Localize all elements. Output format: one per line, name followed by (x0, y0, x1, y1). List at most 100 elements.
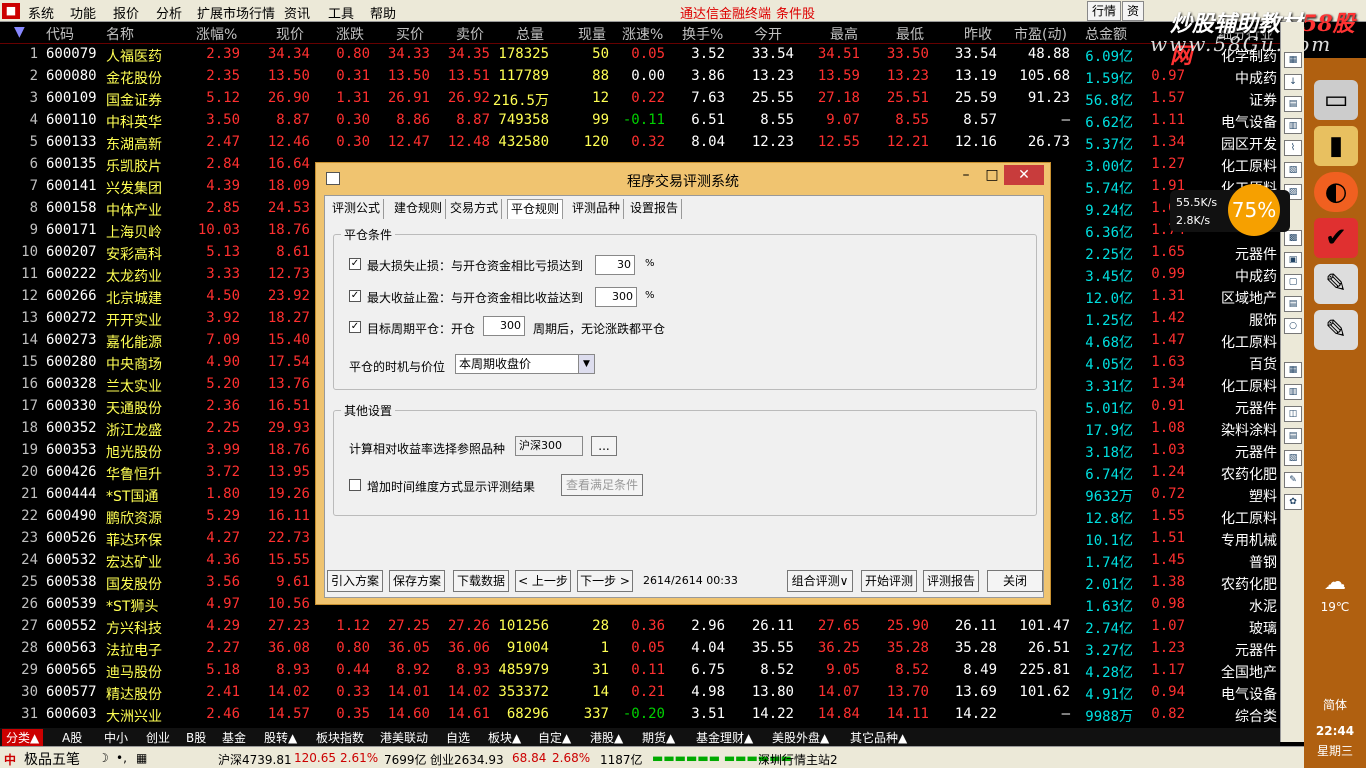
menu-help[interactable]: 帮助 (370, 3, 396, 22)
category-tab[interactable]: 美股外盘▲ (772, 729, 829, 746)
net-speed-widget[interactable]: 55.5K/s 2.8K/s 75% (1170, 184, 1290, 236)
close-icon[interactable]: ✕ (1004, 165, 1044, 185)
index-sh[interactable]: 沪深4739.81 (218, 751, 292, 768)
maximize-icon[interactable]: □ (978, 165, 1006, 185)
toolbar-icon-8[interactable]: ▩ (1284, 230, 1302, 246)
menu-function[interactable]: 功能 (70, 3, 96, 22)
col-high[interactable]: 最高 (830, 24, 858, 44)
toolbar-icon-10[interactable]: ▢ (1284, 274, 1302, 290)
toolbar-icon-14[interactable]: ▥ (1284, 384, 1302, 400)
category-tab[interactable]: 港美联动 (380, 729, 428, 746)
tab-open-rules[interactable]: 建仓规则 (391, 199, 447, 219)
toolbar-icon-18[interactable]: ✎ (1284, 472, 1302, 488)
download-data-button[interactable]: 下载数据 (453, 570, 509, 592)
col-open[interactable]: 今开 (754, 24, 782, 44)
ime-keyboard-icon[interactable]: ▦ (136, 751, 147, 765)
sort-arrow-icon[interactable]: ▼ (14, 24, 25, 40)
server-name[interactable]: 深圳行情主站2 (758, 751, 838, 768)
take-profit-checkbox[interactable]: ✓ (349, 290, 361, 302)
col-bid[interactable]: 买价 (396, 24, 424, 44)
toolbar-icon-5[interactable]: ⌇ (1284, 140, 1302, 156)
table-row[interactable]: 28 600563 法拉电子 2.27 36.08 0.80 36.05 36.06 91004… (0, 638, 1280, 660)
category-tab[interactable]: A股 (62, 729, 82, 746)
next-step-button[interactable]: 下一步 > (577, 570, 633, 592)
col-volume[interactable]: 总量 (516, 24, 544, 44)
target-period-input[interactable]: 300 (483, 316, 525, 336)
app-icon-1[interactable]: ◐ (1314, 172, 1358, 212)
drive-icon[interactable]: ▭ (1314, 80, 1358, 120)
toolbar-icon-19[interactable]: ✿ (1284, 494, 1302, 510)
combo-test-button[interactable]: 组合评测∨ (787, 570, 853, 592)
toolbar-icon-3[interactable]: ▤ (1284, 96, 1302, 112)
ime-moon-icon[interactable]: ☽ (98, 751, 109, 765)
index-cy[interactable]: 创业2634.93 (430, 751, 504, 768)
table-row[interactable]: 5 600133 东湖高新 2.47 12.46 0.30 12.47 12.48 432580… (0, 132, 1280, 154)
category-tab[interactable]: 中小 (104, 729, 128, 746)
toolbar-icon-2[interactable]: ↓ (1284, 74, 1302, 90)
ime-punct-icon[interactable]: •, (116, 751, 127, 765)
menu-tools[interactable]: 工具 (328, 3, 354, 22)
toolbar-icon-4[interactable]: ▥ (1284, 118, 1302, 134)
ime-name[interactable]: 极品五笔 (24, 749, 80, 768)
menu-system[interactable]: 系统 (28, 3, 54, 22)
table-row[interactable]: 31 600603 大洲兴业 2.46 14.57 0.35 14.60 14.61 68296… (0, 704, 1280, 726)
condition-stock-link[interactable]: 条件股 (776, 3, 815, 22)
toolbar-icon-6[interactable]: ▧ (1284, 162, 1302, 178)
col-amount[interactable]: 总金额 (1085, 24, 1127, 44)
toolbar-icon-11[interactable]: ▤ (1284, 296, 1302, 312)
tab-trade-mode[interactable]: 交易方式 (447, 199, 503, 219)
col-name[interactable]: 名称 (106, 24, 134, 44)
category-tab[interactable]: B股 (186, 729, 206, 746)
table-row[interactable]: 27 600552 方兴科技 4.29 27.23 1.12 27.25 27.26 10125… (0, 616, 1280, 638)
menu-ext-market[interactable]: 扩展市场行情 (197, 3, 275, 22)
category-tab[interactable]: 港股▲ (590, 729, 623, 746)
tab-close-rules[interactable]: 平仓规则 (507, 199, 564, 219)
tab-report-settings[interactable]: 设置报告 (627, 199, 683, 219)
stop-loss-checkbox[interactable]: ✓ (349, 258, 361, 270)
test-report-button[interactable]: 评测报告 (923, 570, 979, 592)
app-icon-2[interactable]: ✔ (1314, 218, 1358, 258)
category-tab[interactable]: 期货▲ (642, 729, 675, 746)
category-tab[interactable]: 板块▲ (488, 729, 521, 746)
chevron-down-icon[interactable]: ▼ (578, 355, 594, 373)
dialog-titlebar[interactable]: 程序交易评测系统 – □ ✕ (316, 163, 1050, 195)
menu-quote[interactable]: 报价 (113, 3, 139, 22)
col-speed[interactable]: 涨速% (622, 24, 663, 44)
col-pe[interactable]: 市盈(动) (1014, 24, 1067, 44)
table-row[interactable]: 29 600565 迪马股份 5.18 8.93 0.44 8.92 8.93 485979 31… (0, 660, 1280, 682)
col-cur-vol[interactable]: 现量 (578, 24, 606, 44)
menu-news[interactable]: 资讯 (284, 3, 310, 22)
view-conditions-button[interactable]: 查看满足条件 (561, 474, 643, 496)
category-tab[interactable]: 自选 (446, 729, 470, 746)
col-price[interactable]: 现价 (276, 24, 304, 44)
close-button[interactable]: 关闭 (987, 570, 1043, 592)
clock-time[interactable]: 22:44 (1304, 724, 1366, 738)
table-row[interactable]: 1 600079 人福医药 2.39 34.34 0.80 34.33 34.35 178325… (0, 44, 1280, 66)
ref-instrument-input[interactable]: 沪深300 (515, 436, 583, 456)
category-tab[interactable]: 自定▲ (538, 729, 571, 746)
category-tab[interactable]: 创业 (146, 729, 170, 746)
time-dimension-checkbox[interactable] (349, 479, 361, 491)
folder-icon[interactable]: ▮ (1314, 126, 1358, 166)
prev-step-button[interactable]: < 上一步 (515, 570, 571, 592)
ime-lang[interactable]: 简体 (1304, 696, 1366, 713)
save-plan-button[interactable]: 保存方案 (389, 570, 445, 592)
start-test-button[interactable]: 开始评测 (861, 570, 917, 592)
col-code[interactable]: 代码 (46, 24, 74, 44)
toolbar-icon-9[interactable]: ▣ (1284, 252, 1302, 268)
stop-loss-input[interactable]: 30 (595, 255, 635, 275)
table-row[interactable]: 4 600110 中科英华 3.50 8.87 0.30 8.86 8.87 749358 99-… (0, 110, 1280, 132)
toolbar-icon-12[interactable]: ○ (1284, 318, 1302, 334)
toolbar-icon-15[interactable]: ◫ (1284, 406, 1302, 422)
menu-analysis[interactable]: 分析 (156, 3, 182, 22)
col-ask[interactable]: 卖价 (456, 24, 484, 44)
col-change-pct[interactable]: 涨幅% (196, 24, 237, 44)
toolbar-icon-1[interactable]: ▦ (1284, 52, 1302, 68)
minimize-icon[interactable]: – (952, 165, 980, 185)
toolbar-icon-17[interactable]: ▧ (1284, 450, 1302, 466)
col-diff[interactable]: 涨跌 (336, 24, 364, 44)
paint-icon-2[interactable]: ✎ (1314, 310, 1358, 350)
category-tab[interactable]: 分类▲ (2, 729, 44, 746)
col-prev-close[interactable]: 昨收 (964, 24, 992, 44)
table-row[interactable]: 30 600577 精达股份 2.41 14.02 0.33 14.01 14.02 35337… (0, 682, 1280, 704)
